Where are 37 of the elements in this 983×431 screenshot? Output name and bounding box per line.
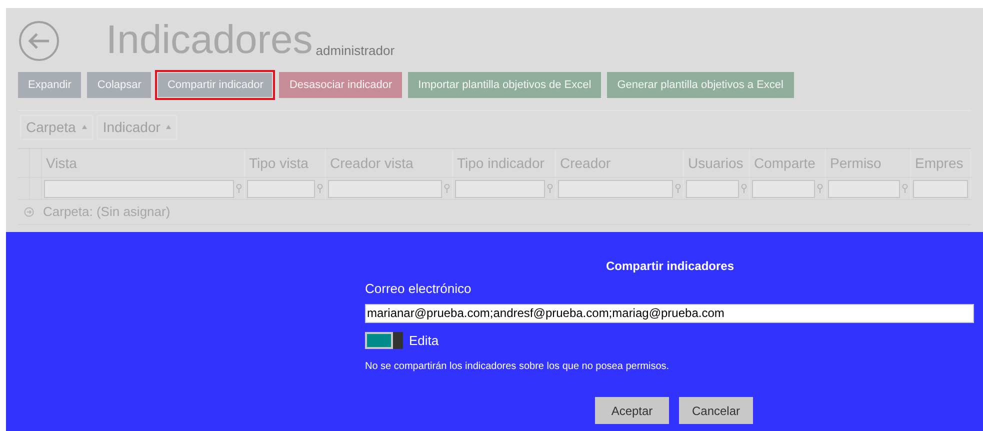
filter-field[interactable]	[828, 180, 900, 198]
filter-field[interactable]	[558, 180, 673, 198]
pin-icon	[547, 184, 553, 193]
sort-up-icon	[82, 125, 87, 129]
expand-icon[interactable]	[24, 207, 34, 217]
filter-field[interactable]	[686, 180, 739, 198]
toolbar-button[interactable]: Expandir	[16, 70, 84, 100]
pin-icon	[317, 184, 323, 193]
filter-field[interactable]	[328, 180, 442, 198]
pin-icon	[741, 184, 747, 193]
dialog-button[interactable]: Aceptar	[595, 397, 669, 424]
pin-icon	[444, 184, 450, 193]
group-chip[interactable]: Carpeta	[20, 114, 93, 140]
toggle-label: Edita	[409, 332, 439, 350]
filter-field[interactable]	[44, 180, 234, 198]
group-chip[interactable]: Indicador	[96, 114, 178, 140]
toolbar-button[interactable]: Colapsar	[85, 70, 154, 100]
page-subtitle: administrador	[316, 42, 395, 60]
filter-field[interactable]	[247, 180, 315, 198]
toolbar-button[interactable]: Desasociar indicador	[277, 70, 404, 100]
sort-up-icon	[166, 125, 172, 129]
pin-icon	[902, 184, 908, 193]
toggle-switch[interactable]	[365, 332, 403, 349]
toolbar-button[interactable]: Generar plantilla objetivos a Excel	[605, 70, 796, 100]
filter-field[interactable]	[752, 180, 815, 198]
dialog-button[interactable]: Cancelar	[679, 397, 753, 424]
filter-field[interactable]	[455, 180, 545, 198]
notice-text: No se compartirán los indicadores sobre los que no posea permisos.	[365, 360, 670, 374]
pin-icon	[817, 184, 823, 193]
toolbar-button[interactable]: Compartir indicador	[155, 70, 276, 100]
pin-icon	[675, 184, 681, 193]
pin-icon	[236, 184, 242, 193]
dialog-title: Compartir indicadores	[604, 258, 736, 275]
filter-field[interactable]	[913, 180, 968, 198]
email-label: Correo electrónico	[365, 280, 472, 298]
toolbar-button[interactable]: Importar plantilla objetivos de Excel	[406, 70, 604, 100]
email-field[interactable]: marianar@prueba.com;andresf@prueba.com;mariag@prueba.com	[365, 304, 974, 322]
